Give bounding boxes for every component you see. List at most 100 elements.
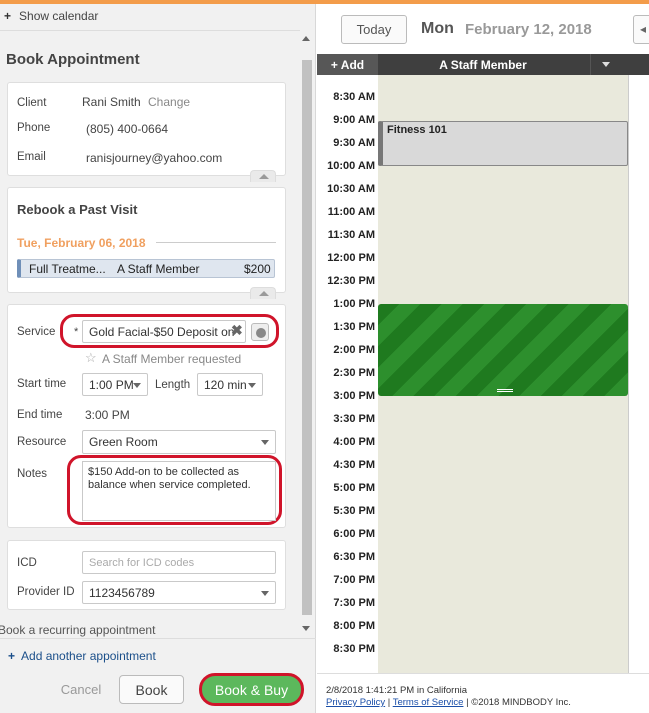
time-label: 3:00 PM	[333, 390, 375, 402]
past-visit-price: $200	[244, 262, 271, 276]
staff-requested-label: A Staff Member requested	[102, 352, 242, 366]
time-label: 8:00 PM	[333, 620, 375, 632]
resource-value: Green Room	[89, 435, 158, 449]
recurring-appointment-link[interactable]: Book a recurring appointment	[0, 623, 155, 637]
service-options-icon[interactable]	[251, 323, 269, 341]
resource-select[interactable]: Green Room	[82, 430, 276, 454]
resize-handle[interactable]	[497, 389, 513, 392]
star-icon[interactable]: ☆	[85, 350, 97, 366]
phone-value: (805) 400-0664	[86, 122, 169, 136]
footer-timestamp: 2/8/2018 1:41:21 PM in California	[326, 685, 468, 696]
time-label: 1:00 PM	[333, 298, 375, 310]
rebook-title: Rebook a Past Visit	[17, 202, 138, 217]
collapse-client-button[interactable]	[250, 170, 276, 182]
page-title: Book Appointment	[6, 51, 140, 68]
divider	[0, 638, 316, 639]
date-divider	[156, 242, 276, 243]
time-label: 10:30 AM	[327, 183, 375, 195]
footer: 2/8/2018 1:41:21 PM in California Privac…	[317, 673, 649, 713]
new-appointment-block[interactable]	[378, 304, 628, 396]
chevron-down-icon	[248, 383, 256, 388]
chevron-left-icon: ◂	[640, 22, 647, 36]
show-calendar-label: Show calendar	[19, 9, 99, 23]
time-label: 2:00 PM	[333, 344, 375, 356]
scroll-up-arrow-icon[interactable]	[302, 36, 310, 41]
time-label: 2:30 PM	[333, 367, 375, 379]
icd-placeholder: Search for ICD codes	[89, 556, 195, 569]
icd-label: ICD	[17, 557, 37, 569]
book-button[interactable]: Book	[119, 675, 184, 704]
cancel-button[interactable]: Cancel	[52, 676, 110, 702]
length-value: 120 min	[204, 377, 247, 392]
time-label: 8:30 PM	[333, 643, 375, 655]
time-label: 12:30 PM	[327, 275, 375, 287]
provider-id-select[interactable]: 1123456789	[82, 581, 276, 604]
past-visit-service: Full Treatme...	[29, 262, 106, 276]
time-label: 9:00 AM	[333, 114, 375, 126]
time-label: 4:30 PM	[333, 459, 375, 471]
time-label: 9:30 AM	[333, 137, 375, 149]
add-another-appointment-link[interactable]: + Add another appointment	[8, 649, 156, 663]
time-label: 4:00 PM	[333, 436, 375, 448]
past-visit-staff: A Staff Member	[117, 262, 200, 276]
calendar-date: February 12, 2018	[465, 21, 592, 38]
email-value: ranisjourney@yahoo.com	[86, 151, 223, 165]
time-label: 6:00 PM	[333, 528, 375, 540]
rebook-date: Tue, February 06, 2018	[17, 236, 146, 250]
chevron-down-icon	[261, 591, 269, 596]
end-time-value: 3:00 PM	[85, 408, 130, 422]
plus-icon: +	[4, 9, 12, 23]
length-select[interactable]: 120 min	[197, 373, 263, 396]
notes-textarea[interactable]: $150 Add-on to be collected as balance w…	[82, 461, 276, 521]
change-client-link[interactable]: Change	[148, 95, 190, 109]
divider	[0, 30, 300, 31]
email-label: Email	[17, 151, 46, 163]
book-and-buy-button[interactable]: Book & Buy	[199, 673, 304, 706]
resource-label: Resource	[17, 436, 67, 448]
plus-icon: +	[8, 649, 16, 663]
time-label: 12:00 PM	[327, 252, 375, 264]
collapse-rebook-button[interactable]	[250, 287, 276, 299]
terms-of-service-link[interactable]: Terms of Service	[393, 697, 464, 708]
footer-separator: |	[385, 697, 393, 708]
time-label: 5:00 PM	[333, 482, 375, 494]
time-label: 10:00 AM	[327, 160, 375, 172]
footer-links: Privacy Policy | Terms of Service | ©201…	[326, 697, 571, 708]
clear-service-icon[interactable]: ✖	[231, 322, 243, 339]
show-calendar-link[interactable]: + Show calendar	[4, 9, 98, 23]
phone-label: Phone	[17, 122, 51, 134]
previous-day-button[interactable]: ◂	[633, 15, 649, 44]
privacy-policy-link[interactable]: Privacy Policy	[326, 697, 385, 708]
chevron-down-icon	[133, 383, 141, 388]
required-mark: *	[74, 326, 79, 338]
provider-id-label: Provider ID	[17, 586, 75, 598]
time-label: 8:30 AM	[333, 91, 375, 103]
time-label: 5:30 PM	[333, 505, 375, 517]
footer-copyright: | ©2018 MINDBODY Inc.	[463, 697, 571, 708]
start-time-select[interactable]: 1:00 PM	[82, 373, 148, 396]
service-value: Gold Facial-$50 Deposit on	[89, 324, 235, 339]
icd-search-input[interactable]: Search for ICD codes	[82, 551, 276, 574]
time-label: 7:30 PM	[333, 597, 375, 609]
scroll-down-arrow-icon[interactable]	[302, 626, 310, 631]
client-name: Rani Smith	[82, 95, 141, 109]
start-time-label: Start time	[17, 378, 67, 390]
staff-dropdown-icon[interactable]	[590, 54, 628, 75]
time-label: 11:30 AM	[327, 229, 375, 241]
add-appointment-button[interactable]: + Add	[317, 54, 378, 75]
scrollbar-thumb[interactable]	[302, 60, 312, 615]
staff-column-name: A Staff Member	[439, 57, 527, 72]
today-button[interactable]: Today	[341, 15, 407, 44]
time-label: 11:00 AM	[327, 206, 375, 218]
notes-label: Notes	[17, 468, 48, 480]
service-input[interactable]: Gold Facial-$50 Deposit on	[82, 320, 246, 343]
time-label: 3:30 PM	[333, 413, 375, 425]
event-fitness-101[interactable]: Fitness 101	[378, 121, 628, 166]
start-time-value: 1:00 PM	[89, 377, 134, 392]
client-label: Client	[17, 97, 47, 109]
time-label: 6:30 PM	[333, 551, 375, 563]
chevron-down-icon	[261, 440, 269, 445]
time-label: 7:00 PM	[333, 574, 375, 586]
provider-id-value: 1123456789	[89, 585, 155, 600]
length-label: Length	[155, 379, 191, 391]
